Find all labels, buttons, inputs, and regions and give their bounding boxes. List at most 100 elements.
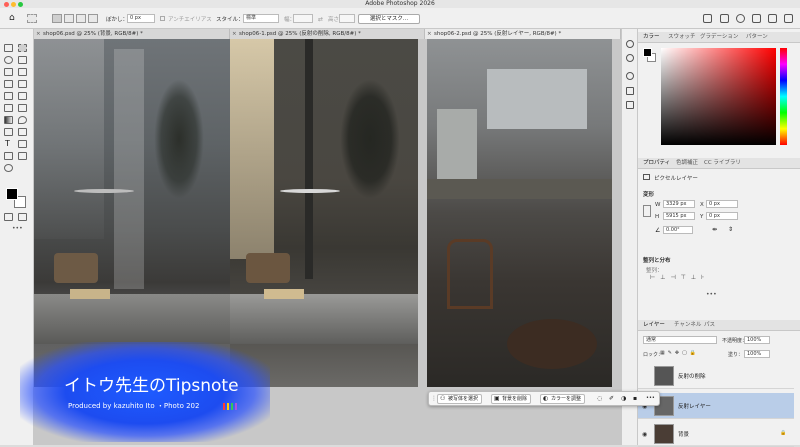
tab-swatches[interactable]: スウォッチ: [668, 32, 696, 43]
tab-properties[interactable]: プロパティ: [643, 158, 670, 169]
y-field[interactable]: 0 px: [706, 212, 738, 220]
blend-mode-select[interactable]: 通常: [643, 336, 717, 344]
layer-name: 背景: [678, 432, 690, 438]
rectangle-tool-icon[interactable]: [4, 152, 13, 160]
eraser-tool-icon[interactable]: [18, 104, 27, 112]
more-tools-icon[interactable]: •••: [12, 225, 23, 232]
pen-icon[interactable]: ✐: [609, 395, 614, 402]
tab-adjustments[interactable]: 色調補正: [676, 158, 698, 169]
brush-tool-icon[interactable]: [4, 92, 13, 100]
character-panel-icon[interactable]: [626, 87, 634, 95]
height-input[interactable]: [339, 14, 355, 23]
screen-mode-icon[interactable]: [18, 213, 27, 221]
select-subject-button[interactable]: ⚇ 被写体を選択: [437, 394, 483, 404]
flip-horizontal-icon[interactable]: ⇹: [712, 226, 717, 233]
search-icon[interactable]: [736, 14, 745, 23]
link-icon[interactable]: [643, 205, 651, 217]
x-field[interactable]: 0 px: [706, 200, 738, 208]
transform-icon[interactable]: ◌: [597, 395, 602, 402]
tab-patterns[interactable]: パターン: [746, 32, 768, 43]
feather-input[interactable]: 0 px: [127, 14, 155, 23]
tab-gradients[interactable]: グラデーション: [700, 32, 738, 43]
close-tab-icon[interactable]: ×: [232, 29, 237, 39]
adjust-color-icon: ◐: [543, 395, 549, 402]
add-selection-icon[interactable]: [64, 14, 74, 23]
frame-tool-icon[interactable]: [18, 68, 27, 76]
color-bar-icon: [227, 403, 229, 410]
new-selection-icon[interactable]: [52, 14, 62, 23]
document-tab-3[interactable]: × shop06-2.psd @ 25% (反射レイヤー, RGB/8#) *: [425, 29, 621, 39]
close-tab-icon[interactable]: ×: [427, 29, 432, 39]
document-tab-1[interactable]: × shop06.psd @ 25% (背景, RGB/8#) *: [34, 29, 230, 39]
object-selection-tool-icon[interactable]: [18, 56, 27, 64]
more-options-icon[interactable]: •••: [706, 291, 717, 298]
home-icon[interactable]: ⌂: [9, 14, 15, 23]
crop-tool-icon[interactable]: [4, 68, 13, 76]
quick-mask-icon[interactable]: [4, 213, 13, 221]
hue-slider[interactable]: [780, 48, 787, 145]
tab-color[interactable]: カラー: [643, 32, 660, 43]
type-tool-icon[interactable]: T: [5, 139, 10, 148]
width-input[interactable]: [293, 14, 313, 23]
history-panel-icon[interactable]: [626, 40, 634, 48]
move-tool-icon[interactable]: [4, 44, 13, 52]
gift-icon[interactable]: [720, 14, 729, 23]
foreground-color-swatch[interactable]: [6, 188, 18, 200]
adjust-color-button[interactable]: ◐ カラーを調整: [540, 394, 586, 404]
tab-paths[interactable]: パス: [704, 320, 715, 331]
paragraph-panel-icon[interactable]: [626, 101, 634, 109]
dodge-tool-icon[interactable]: [4, 128, 13, 136]
style-select[interactable]: 標準: [243, 14, 279, 23]
layer-row[interactable]: ◉ 背景 🔒: [638, 421, 794, 447]
angle-field[interactable]: 0.00°: [663, 226, 693, 234]
align-icons[interactable]: ⊢⊥⊣⊤⊥⊦: [650, 274, 709, 281]
fill-field[interactable]: 100%: [744, 350, 770, 358]
fill-label: 塗り：: [728, 352, 744, 358]
canvas-area-3[interactable]: [425, 39, 621, 445]
opacity-field[interactable]: 100%: [744, 336, 770, 344]
rectangle-marquee-tool-icon[interactable]: [18, 44, 27, 52]
color-field[interactable]: [661, 48, 776, 145]
blur-tool-icon[interactable]: [18, 116, 27, 124]
lock-icons[interactable]: ▦✎✥▢🔒: [660, 350, 699, 356]
select-and-mask-button[interactable]: 選択とマスク...: [358, 14, 420, 24]
clone-stamp-tool-icon[interactable]: [18, 92, 27, 100]
tab-channels[interactable]: チャンネル: [674, 320, 701, 331]
height-field[interactable]: 5915 px: [663, 212, 695, 220]
more-button[interactable]: •••: [646, 395, 655, 401]
hand-tool-icon[interactable]: [18, 152, 27, 160]
workspace-icon[interactable]: [752, 14, 761, 23]
close-tab-icon[interactable]: ×: [36, 29, 41, 39]
info-panel-icon[interactable]: [626, 72, 634, 80]
document-image-1: [34, 39, 230, 387]
frame-icon[interactable]: [768, 14, 777, 23]
camera-icon[interactable]: ▪: [633, 395, 637, 402]
history-brush-tool-icon[interactable]: [4, 104, 13, 112]
visibility-eye-icon[interactable]: ◉: [642, 431, 647, 438]
intersect-selection-icon[interactable]: [88, 14, 98, 23]
subtract-selection-icon[interactable]: [76, 14, 86, 23]
gradient-tool-icon[interactable]: [4, 116, 13, 124]
expand-icon[interactable]: [784, 14, 793, 23]
layer-row[interactable]: 反射の削除: [638, 363, 794, 389]
zoom-tool-icon[interactable]: [4, 164, 13, 172]
layer-row-selected[interactable]: ◉ 反射レイヤー: [638, 393, 794, 419]
panel-foreground-swatch[interactable]: [643, 48, 652, 57]
path-selection-tool-icon[interactable]: [18, 140, 27, 148]
mask-icon[interactable]: ◑: [621, 395, 626, 402]
flip-vertical-icon[interactable]: ⇕: [728, 226, 733, 233]
swap-icon[interactable]: ⇄: [318, 16, 323, 23]
tab-cc-libraries[interactable]: CC ライブラリ: [704, 158, 741, 169]
lasso-tool-icon[interactable]: [4, 56, 13, 64]
document-tab-2[interactable]: × shop06-1.psd @ 25% (反射の削除, RGB/8#) *: [230, 29, 425, 39]
remove-background-button[interactable]: ▣ 背景を削除: [491, 394, 532, 404]
eyedropper-tool-icon[interactable]: [4, 80, 13, 88]
marquee-preset-icon[interactable]: [27, 14, 37, 23]
tab-layers[interactable]: レイヤー: [643, 320, 665, 331]
width-field[interactable]: 3329 px: [663, 200, 695, 208]
healing-brush-tool-icon[interactable]: [18, 80, 27, 88]
brush-settings-icon[interactable]: [626, 54, 634, 62]
pen-tool-icon[interactable]: [18, 128, 27, 136]
share-icon[interactable]: [703, 14, 712, 23]
antialias-checkbox[interactable]: [160, 16, 165, 21]
